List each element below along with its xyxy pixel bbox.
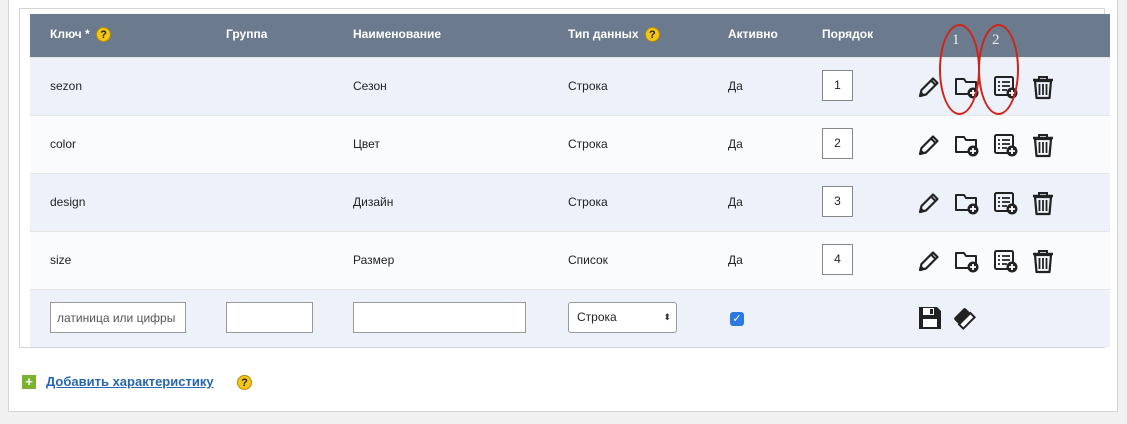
table-header: Ключ * ? Группа Наименование Тип данных … xyxy=(30,14,1110,57)
header-key: Ключ * ? xyxy=(50,14,112,57)
table-row: size Размер Список Да 4 xyxy=(30,231,1110,289)
order-input[interactable]: 4 xyxy=(822,244,853,275)
trash-icon[interactable] xyxy=(1030,248,1056,274)
pencil-icon[interactable] xyxy=(916,190,942,216)
help-icon[interactable]: ? xyxy=(644,27,660,43)
order-input[interactable]: 2 xyxy=(822,128,853,159)
trash-icon[interactable] xyxy=(1030,190,1056,216)
annotation-label-2: 2 xyxy=(992,32,1000,48)
table-row: design Дизайн Строка Да 3 xyxy=(30,173,1110,231)
folder-plus-icon[interactable] xyxy=(954,74,980,100)
cell-active: Да xyxy=(728,195,743,209)
cell-key: sezon xyxy=(50,79,83,93)
help-icon[interactable]: ? xyxy=(237,375,252,390)
cell-name: Цвет xyxy=(353,137,380,151)
pencil-icon[interactable] xyxy=(916,248,942,274)
pencil-icon[interactable] xyxy=(916,74,942,100)
add-characteristic-link[interactable]: Добавить характеристику xyxy=(46,374,214,389)
folder-plus-icon[interactable] xyxy=(954,132,980,158)
page-panel: Ключ * ? Группа Наименование Тип данных … xyxy=(8,0,1118,412)
cell-name: Сезон xyxy=(353,79,387,93)
list-plus-icon[interactable] xyxy=(993,132,1019,158)
folder-plus-icon[interactable] xyxy=(954,248,980,274)
header-type-label: Тип данных xyxy=(568,27,639,41)
table-body: sezon Сезон Строка Да 1 color Цвет Строк… xyxy=(30,57,1110,289)
annotation-label-1: 1 xyxy=(952,32,960,48)
order-input[interactable]: 3 xyxy=(822,186,853,217)
cell-type: Список xyxy=(568,253,608,267)
folder-plus-icon[interactable] xyxy=(954,190,980,216)
active-checkbox[interactable]: ✓ xyxy=(730,312,744,326)
cell-active: Да xyxy=(728,253,743,267)
cell-type: Строка xyxy=(568,195,608,209)
header-name: Наименование xyxy=(353,27,442,41)
name-input[interactable] xyxy=(353,302,526,333)
characteristics-table: Ключ * ? Группа Наименование Тип данных … xyxy=(30,14,1110,347)
cell-type: Строка xyxy=(568,137,608,151)
cell-name: Дизайн xyxy=(353,195,394,209)
table-row: sezon Сезон Строка Да 1 xyxy=(30,57,1110,115)
cell-active: Да xyxy=(728,79,743,93)
pencil-icon[interactable] xyxy=(916,132,942,158)
list-plus-icon[interactable] xyxy=(993,74,1019,100)
help-icon[interactable]: ? xyxy=(96,27,112,43)
table-row: color Цвет Строка Да 2 xyxy=(30,115,1110,173)
type-select-value: Строка xyxy=(577,310,617,324)
list-plus-icon[interactable] xyxy=(993,190,1019,216)
eraser-icon[interactable] xyxy=(951,305,977,331)
trash-icon[interactable] xyxy=(1030,74,1056,100)
header-active: Активно xyxy=(728,27,778,41)
header-group: Группа xyxy=(226,27,268,41)
list-plus-icon[interactable] xyxy=(993,248,1019,274)
characteristics-panel: Ключ * ? Группа Наименование Тип данных … xyxy=(19,8,1110,348)
cell-key: color xyxy=(50,137,77,151)
cell-key: size xyxy=(50,253,72,267)
plus-icon[interactable]: + xyxy=(22,375,36,389)
group-input[interactable] xyxy=(226,302,313,333)
new-row: Строка ⬍ ✓ xyxy=(30,289,1110,347)
order-input[interactable]: 1 xyxy=(822,70,853,101)
select-arrows-icon: ⬍ xyxy=(663,312,671,322)
header-key-label: Ключ * xyxy=(50,27,90,41)
floppy-disk-icon[interactable] xyxy=(917,305,943,331)
cell-key: design xyxy=(50,195,86,209)
header-type: Тип данных ? xyxy=(568,14,660,57)
cell-name: Размер xyxy=(353,253,395,267)
type-select[interactable]: Строка ⬍ xyxy=(568,302,677,333)
header-order: Порядок xyxy=(822,27,874,41)
cell-type: Строка xyxy=(568,79,608,93)
key-input[interactable] xyxy=(50,302,186,333)
cell-active: Да xyxy=(728,137,743,151)
trash-icon[interactable] xyxy=(1030,132,1056,158)
